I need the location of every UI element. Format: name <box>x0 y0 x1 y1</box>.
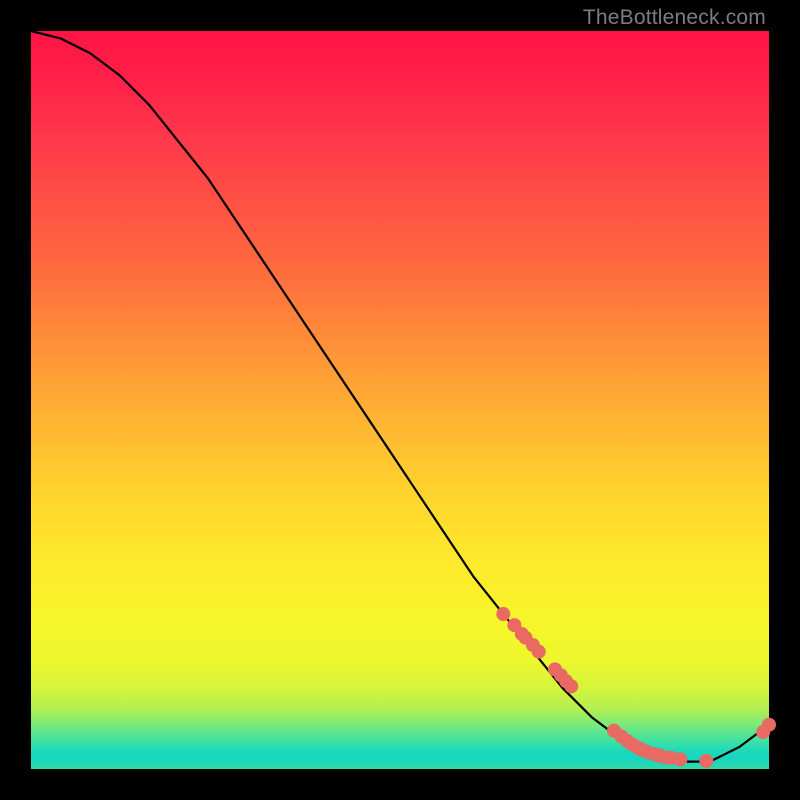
bottleneck-curve <box>31 31 769 762</box>
data-point <box>673 752 687 766</box>
data-point <box>496 607 510 621</box>
data-point <box>762 718 776 732</box>
data-point <box>699 754 713 768</box>
data-point <box>564 679 578 693</box>
chart-frame: TheBottleneck.com <box>0 0 800 800</box>
watermark-text: TheBottleneck.com <box>583 6 766 30</box>
data-point <box>532 645 546 659</box>
chart-overlay <box>31 31 769 769</box>
marker-group <box>496 607 776 768</box>
